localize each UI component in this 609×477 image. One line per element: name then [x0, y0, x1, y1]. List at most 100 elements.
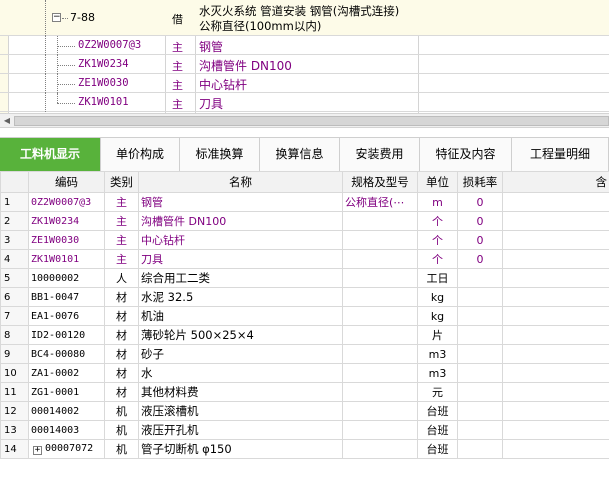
table-row[interactable]: 9 BC4-00080 材砂子 m3	[0, 344, 609, 364]
cell-type[interactable]: 机	[104, 401, 139, 421]
header-type[interactable]: 类别	[104, 171, 139, 193]
cell-loss-rate[interactable]	[457, 325, 503, 345]
cell-name[interactable]: 综合用工二类	[138, 268, 343, 288]
cell-name[interactable]: 水泥 32.5	[138, 287, 343, 307]
cell-unit[interactable]: kg	[417, 306, 458, 326]
scrollbar-thumb[interactable]	[14, 116, 609, 126]
cell-loss-rate[interactable]: 0	[457, 211, 503, 231]
cell-unit[interactable]: 片	[417, 325, 458, 345]
cell-unit[interactable]: m3	[417, 344, 458, 364]
cell-type[interactable]: 主	[104, 192, 139, 212]
cell-spec[interactable]	[342, 268, 418, 288]
tree-row-child[interactable]: ZE1W0030 主 中心钻杆	[0, 74, 609, 93]
cell-code[interactable]: 00014003	[28, 420, 105, 440]
table-row[interactable]: 3 ZE1W0030 主中心钻杆 个 0	[0, 230, 609, 250]
cell-code[interactable]: 0Z2W0007@3	[28, 192, 105, 212]
scroll-left-arrow-icon[interactable]: ◀	[2, 116, 12, 126]
table-row[interactable]: 12 00014002 机液压滚槽机 台班	[0, 401, 609, 421]
header-extra[interactable]: 含	[502, 171, 609, 193]
expand-icon[interactable]: +	[33, 446, 42, 455]
cell-extra[interactable]	[502, 249, 609, 269]
table-row[interactable]: 6 BB1-0047 材水泥 32.5 kg	[0, 287, 609, 307]
header-name[interactable]: 名称	[138, 171, 343, 193]
cell-spec[interactable]	[342, 287, 418, 307]
cell-extra[interactable]	[502, 230, 609, 250]
table-row[interactable]: 2 ZK1W0234 主沟槽管件 DN100 个 0	[0, 211, 609, 231]
cell-unit[interactable]: m3	[417, 363, 458, 383]
cell-unit[interactable]: 元	[417, 382, 458, 402]
cell-unit[interactable]: kg	[417, 287, 458, 307]
cell-name[interactable]: 钢管	[138, 192, 343, 212]
cell-name[interactable]: 液压滚槽机	[138, 401, 343, 421]
cell-code[interactable]: 00014002	[28, 401, 105, 421]
cell-name[interactable]: 中心钻杆	[138, 230, 343, 250]
cell-name[interactable]: 水	[138, 363, 343, 383]
table-row[interactable]: 10 ZA1-0002 材水 m3	[0, 363, 609, 383]
cell-loss-rate[interactable]	[457, 439, 503, 459]
cell-code[interactable]: ZK1W0234	[28, 211, 105, 231]
table-row[interactable]: 13 00014003 机液压开孔机 台班	[0, 420, 609, 440]
header-spec[interactable]: 规格及型号	[342, 171, 418, 193]
cell-unit[interactable]: 个	[417, 211, 458, 231]
table-row[interactable]: 14 +00007072 机管子切断机 φ150 台班	[0, 439, 609, 459]
cell-code[interactable]: BB1-0047	[28, 287, 105, 307]
cell-spec[interactable]	[342, 306, 418, 326]
table-row[interactable]: 11 ZG1-0001 材其他材料费 元	[0, 382, 609, 402]
cell-loss-rate[interactable]	[457, 420, 503, 440]
cell-name[interactable]: 砂子	[138, 344, 343, 364]
cell-spec[interactable]	[342, 249, 418, 269]
cell-code[interactable]: ZK1W0101	[28, 249, 105, 269]
cell-loss-rate[interactable]: 0	[457, 249, 503, 269]
cell-unit[interactable]: 台班	[417, 401, 458, 421]
cell-extra[interactable]	[502, 439, 609, 459]
cell-spec[interactable]	[342, 439, 418, 459]
horizontal-scrollbar[interactable]: ◀	[0, 113, 609, 128]
cell-spec[interactable]	[342, 325, 418, 345]
cell-spec[interactable]	[342, 401, 418, 421]
cell-code[interactable]: EA1-0076	[28, 306, 105, 326]
cell-type[interactable]: 材	[104, 382, 139, 402]
cell-loss-rate[interactable]: 0	[457, 230, 503, 250]
cell-type[interactable]: 材	[104, 344, 139, 364]
cell-name[interactable]: 沟槽管件 DN100	[138, 211, 343, 231]
cell-extra[interactable]	[502, 306, 609, 326]
tab-conversion-info[interactable]: 换算信息	[260, 138, 340, 172]
cell-loss-rate[interactable]	[457, 344, 503, 364]
table-row[interactable]: 1 0Z2W0007@3 主钢管 公称直径(⋯ m 0	[0, 192, 609, 212]
cell-name[interactable]: 薄砂轮片 500×25×4	[138, 325, 343, 345]
cell-loss-rate[interactable]	[457, 306, 503, 326]
tab-unit-price-composition[interactable]: 单价构成	[101, 138, 180, 172]
cell-extra[interactable]	[502, 211, 609, 231]
cell-loss-rate[interactable]	[457, 401, 503, 421]
cell-name[interactable]: 其他材料费	[138, 382, 343, 402]
cell-spec[interactable]	[342, 211, 418, 231]
tab-labor-material-machine[interactable]: 工料机显示	[0, 138, 101, 172]
cell-type[interactable]: 机	[104, 420, 139, 440]
cell-extra[interactable]	[502, 344, 609, 364]
cell-type[interactable]: 机	[104, 439, 139, 459]
cell-unit[interactable]: 台班	[417, 439, 458, 459]
cell-type[interactable]: 人	[104, 268, 139, 288]
cell-code[interactable]: BC4-00080	[28, 344, 105, 364]
tab-features-content[interactable]: 特征及内容	[420, 138, 512, 172]
cell-spec[interactable]	[342, 344, 418, 364]
cell-loss-rate[interactable]	[457, 287, 503, 307]
cell-code[interactable]: ZE1W0030	[28, 230, 105, 250]
cell-extra[interactable]	[502, 363, 609, 383]
table-row[interactable]: 7 EA1-0076 材机油 kg	[0, 306, 609, 326]
cell-spec[interactable]: 公称直径(⋯	[342, 192, 418, 212]
cell-extra[interactable]	[502, 420, 609, 440]
cell-type[interactable]: 主	[104, 230, 139, 250]
cell-extra[interactable]	[502, 382, 609, 402]
cell-extra[interactable]	[502, 325, 609, 345]
cell-code[interactable]: 10000002	[28, 268, 105, 288]
cell-extra[interactable]	[502, 268, 609, 288]
cell-code[interactable]: +00007072	[28, 439, 105, 459]
collapse-icon[interactable]: −	[52, 13, 61, 22]
cell-name[interactable]: 液压开孔机	[138, 420, 343, 440]
cell-spec[interactable]	[342, 382, 418, 402]
header-unit[interactable]: 单位	[417, 171, 458, 193]
cell-extra[interactable]	[502, 192, 609, 212]
cell-loss-rate[interactable]	[457, 382, 503, 402]
cell-loss-rate[interactable]	[457, 268, 503, 288]
